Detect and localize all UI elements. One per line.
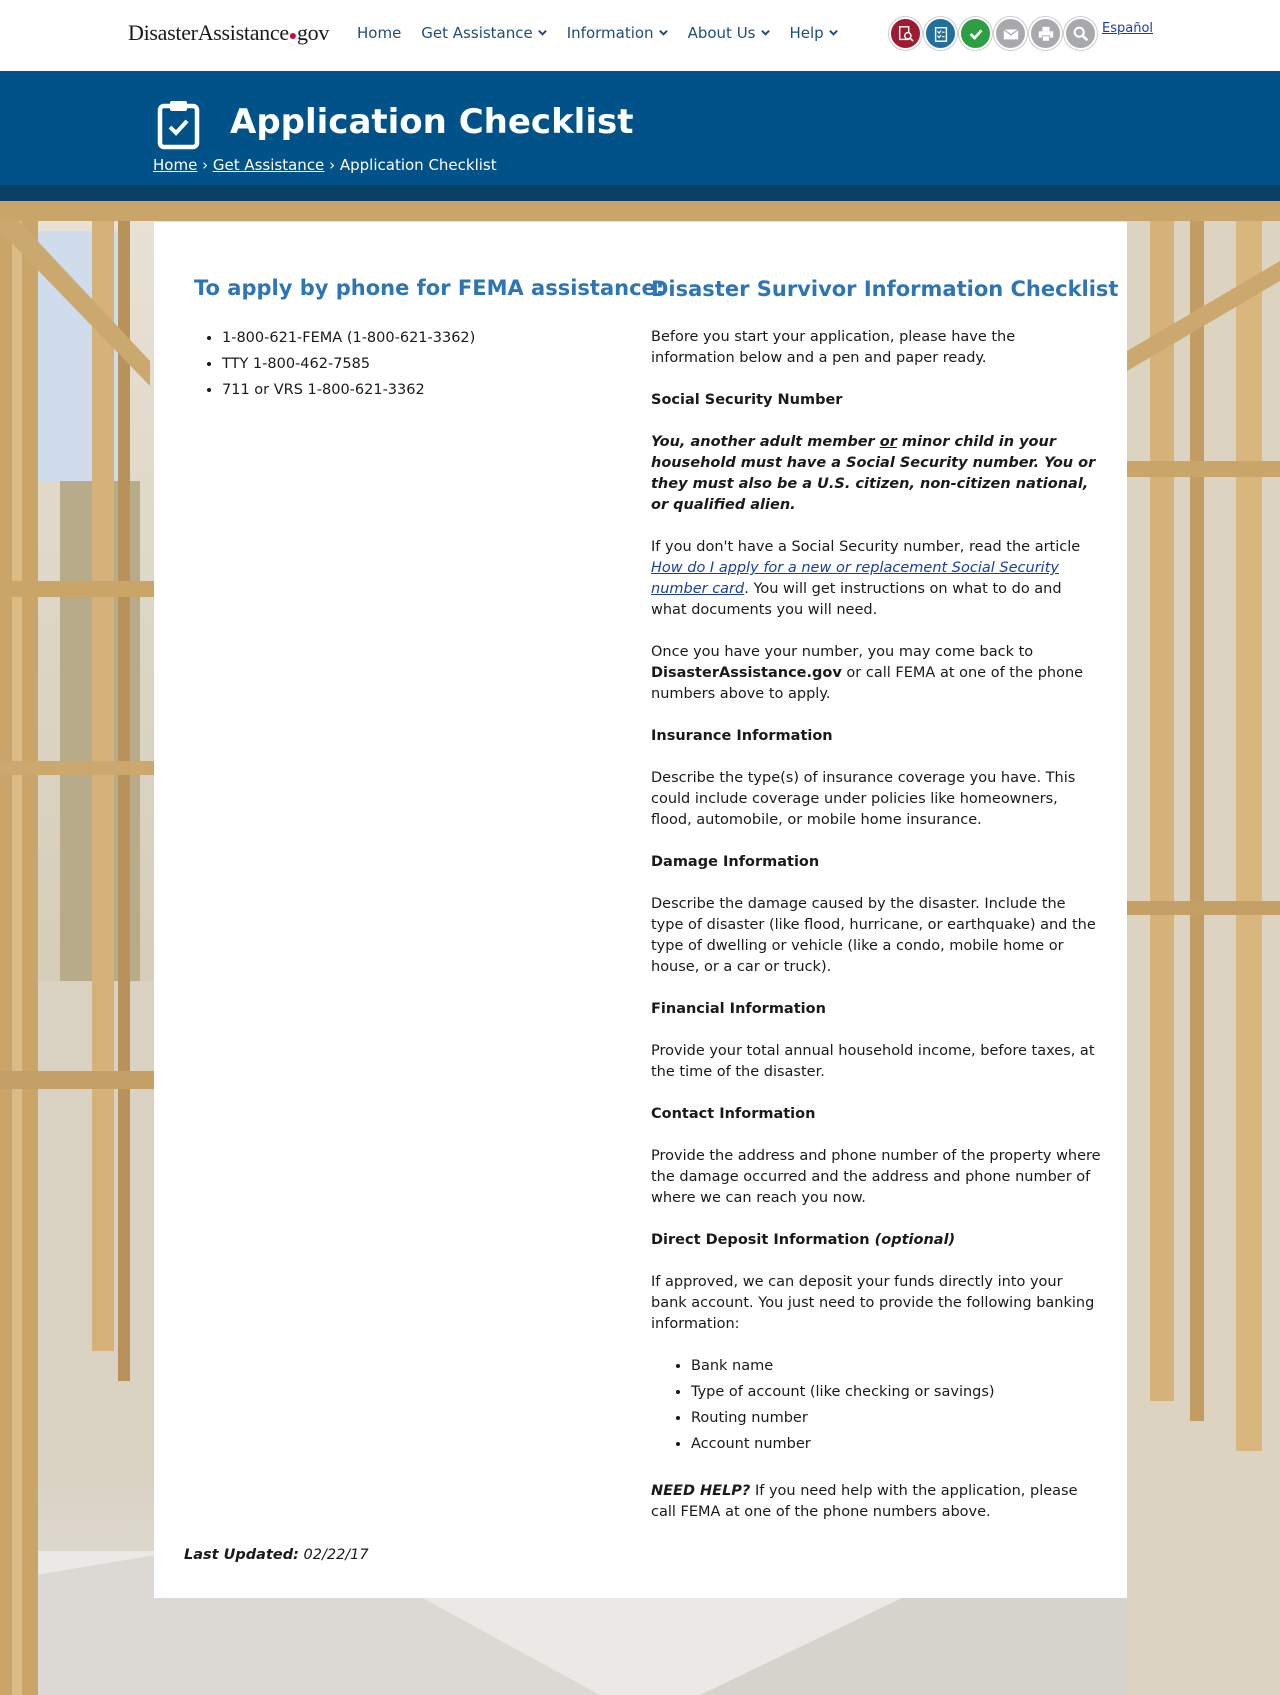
chevron-down-icon xyxy=(828,29,838,36)
banking-info-item: Account number xyxy=(691,1434,1101,1460)
phone-number-list: 1-800-621-FEMA (1-800-621-3362) TTY 1-80… xyxy=(222,328,475,406)
print-button[interactable] xyxy=(1029,17,1062,50)
print-icon xyxy=(1038,26,1053,42)
utility-tools xyxy=(889,17,1097,50)
email-button[interactable] xyxy=(994,17,1027,50)
deposit-optional-label: (optional) xyxy=(874,1232,956,1248)
no-ssn-text: If you don't have a Social Security numb… xyxy=(651,537,1101,621)
nav-help[interactable]: Help xyxy=(790,24,838,42)
nav-label: About Us xyxy=(687,24,756,42)
chevron-down-icon xyxy=(658,29,668,36)
site-name: DisasterAssistance.gov xyxy=(651,665,842,681)
ssn-requirement-text: You, another adult member or minor child… xyxy=(651,432,1101,516)
email-icon xyxy=(1002,28,1019,39)
checkmark-icon xyxy=(969,29,982,40)
nav-get-assistance[interactable]: Get Assistance xyxy=(421,24,547,42)
breadcrumb: Home › Get Assistance › Application Chec… xyxy=(153,156,497,174)
breadcrumb-current: Application Checklist xyxy=(339,156,497,174)
checklist-intro: Before you start your application, pleas… xyxy=(651,329,1016,366)
damage-section-title: Damage Information xyxy=(651,854,820,870)
ssn-requirement-or: or xyxy=(879,434,897,450)
banking-info-item: Type of account (like checking or saving… xyxy=(691,1382,1101,1408)
language-toggle-link[interactable]: Español xyxy=(1102,21,1153,36)
nav-label: Help xyxy=(789,24,824,42)
site-header: DisasterAssistance●gov Home Get Assistan… xyxy=(0,0,1280,71)
need-help-text: NEED HELP? If you need help with the app… xyxy=(651,1481,1101,1523)
phone-apply-heading: To apply by phone for FEMA assistance: xyxy=(194,276,665,300)
chevron-down-icon xyxy=(537,29,547,36)
banner-stripe xyxy=(0,185,1280,201)
need-help-label: NEED HELP? xyxy=(651,1483,751,1499)
contact-section-title: Contact Information xyxy=(651,1106,816,1122)
search-document-icon xyxy=(898,25,914,42)
logo-main-text: DisasterAssistance xyxy=(128,20,289,45)
nav-label: Get Assistance xyxy=(421,24,533,42)
breadcrumb-separator: › xyxy=(329,156,336,174)
checklist-button[interactable] xyxy=(924,17,957,50)
damage-text: Describe the damage caused by the disast… xyxy=(651,896,1096,975)
deposit-section-title: Direct Deposit Information (optional) xyxy=(651,1230,1101,1251)
breadcrumb-get-assistance-link[interactable]: Get Assistance xyxy=(213,156,324,174)
phone-number-item: 711 or VRS 1-800-621-3362 xyxy=(222,380,475,406)
search-document-button[interactable] xyxy=(889,17,922,50)
deposit-text: If approved, we can deposit your funds d… xyxy=(651,1274,1095,1332)
checklist-icon xyxy=(934,26,947,42)
search-button[interactable] xyxy=(1064,17,1097,50)
deposit-title-text: Direct Deposit Information xyxy=(651,1232,870,1248)
logo-suffix-text: gov xyxy=(296,20,330,45)
banking-info-item: Bank name xyxy=(691,1356,1101,1382)
phone-number-item: 1-800-621-FEMA (1-800-621-3362) xyxy=(222,328,475,354)
last-updated-label: Last Updated: xyxy=(184,1547,299,1563)
ssn-requirement-part: You, another adult member xyxy=(651,434,880,450)
clipboard-check-icon xyxy=(157,101,200,150)
logo-dot: ● xyxy=(288,29,297,44)
checklist-heading: Disaster Survivor Information Checklist xyxy=(651,277,1119,301)
page-title: Application Checklist xyxy=(230,102,634,142)
breadcrumb-home-link[interactable]: Home xyxy=(153,156,197,174)
banking-info-item: Routing number xyxy=(691,1408,1101,1434)
last-updated: Last Updated: 02/22/17 xyxy=(184,1547,369,1563)
survivor-checklist: Disaster Survivor Information Checklist … xyxy=(651,276,1119,1544)
breadcrumb-separator: › xyxy=(202,156,209,174)
no-ssn-text-part: If you don't have a Social Security numb… xyxy=(651,539,1081,555)
last-updated-date: 02/22/17 xyxy=(298,1547,369,1563)
phone-number-item: TTY 1-800-462-7585 xyxy=(222,354,475,380)
nav-about-us[interactable]: About Us xyxy=(688,24,770,42)
ssn-section-title: Social Security Number xyxy=(651,392,843,408)
nav-label: Information xyxy=(566,24,654,42)
checkmark-button[interactable] xyxy=(959,17,992,50)
insurance-text: Describe the type(s) of insurance covera… xyxy=(651,770,1076,828)
financial-text: Provide your total annual household inco… xyxy=(651,1043,1095,1080)
site-logo[interactable]: DisasterAssistance●gov xyxy=(128,20,329,46)
search-icon xyxy=(1073,26,1088,41)
financial-section-title: Financial Information xyxy=(651,1001,826,1017)
banking-info-list: Bank name Type of account (like checking… xyxy=(691,1356,1101,1460)
return-text-part: Once you have your number, you may come … xyxy=(651,644,1034,660)
nav-information[interactable]: Information xyxy=(567,24,668,42)
chevron-down-icon xyxy=(760,29,770,36)
contact-text: Provide the address and phone number of … xyxy=(651,1148,1101,1206)
main-nav: Home Get Assistance Information About Us… xyxy=(357,24,858,42)
nav-label: Home xyxy=(357,24,402,42)
insurance-section-title: Insurance Information xyxy=(651,728,833,744)
return-apply-text: Once you have your number, you may come … xyxy=(651,642,1101,705)
nav-home[interactable]: Home xyxy=(357,24,401,42)
